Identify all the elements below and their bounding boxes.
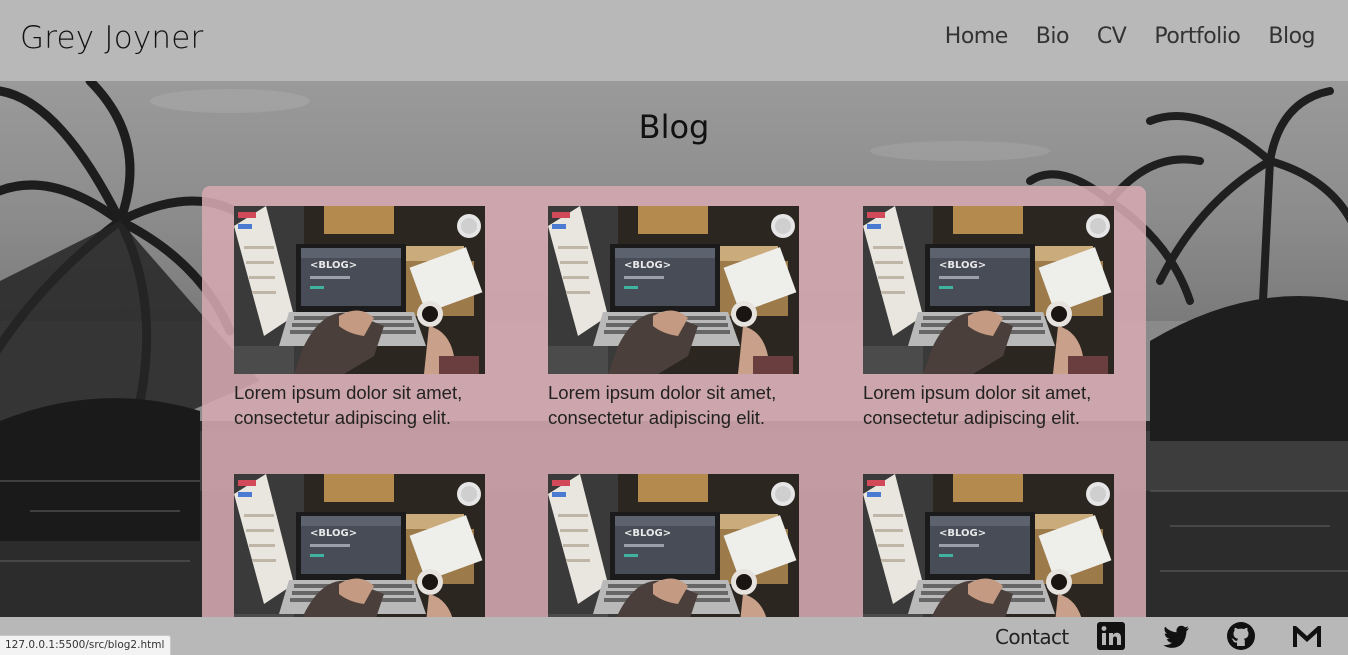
svg-text:<BLOG>: <BLOG> — [310, 528, 357, 539]
svg-text:<BLOG>: <BLOG> — [624, 528, 671, 539]
blog-post-thumbnail[interactable]: <BLOG> — [863, 474, 1114, 626]
site-header: Grey Joyner Home Bio CV Portfolio Blog — [0, 0, 1348, 81]
nav-bio[interactable]: Bio — [1036, 24, 1070, 49]
blog-post-card[interactable]: <BLOG> Lorem ipsum dolor sit amet, conse… — [234, 206, 486, 430]
blog-post-thumbnail[interactable]: <BLOG> — [863, 206, 1114, 374]
nav-cv[interactable]: CV — [1097, 24, 1127, 49]
status-bar-url: 127.0.0.1:5500/src/blog2.html — [0, 635, 172, 655]
blog-post-card[interactable]: <BLOG> — [548, 474, 800, 626]
blog-post-thumbnail[interactable]: <BLOG> — [234, 474, 485, 626]
blog-post-caption[interactable]: Lorem ipsum dolor sit amet, consectetur … — [863, 380, 1115, 430]
svg-text:<BLOG>: <BLOG> — [624, 260, 671, 271]
blog-post-card[interactable]: <BLOG> — [863, 474, 1115, 626]
main-nav: Home Bio CV Portfolio Blog — [945, 24, 1316, 49]
twitter-icon[interactable] — [1161, 621, 1191, 651]
blog-post-caption[interactable]: Lorem ipsum dolor sit amet, consectetur … — [548, 380, 800, 430]
blog-post-caption[interactable]: Lorem ipsum dolor sit amet, consectetur … — [234, 380, 486, 430]
site-brand[interactable]: Grey Joyner — [20, 20, 203, 56]
blog-post-thumbnail[interactable]: <BLOG> — [234, 206, 485, 374]
blog-post-card[interactable]: <BLOG> — [234, 474, 486, 626]
site-footer: Contact — [0, 617, 1348, 655]
linkedin-icon[interactable] — [1096, 621, 1126, 651]
nav-blog[interactable]: Blog — [1268, 24, 1315, 49]
svg-text:<BLOG>: <BLOG> — [939, 528, 986, 539]
nav-portfolio[interactable]: Portfolio — [1154, 24, 1241, 49]
github-icon[interactable] — [1226, 621, 1256, 651]
svg-text:<BLOG>: <BLOG> — [939, 260, 986, 271]
svg-text:<BLOG>: <BLOG> — [310, 260, 357, 271]
blog-post-thumbnail[interactable]: <BLOG> — [548, 474, 799, 626]
nav-home[interactable]: Home — [945, 24, 1008, 49]
contact-label: Contact — [995, 625, 1069, 649]
page-title: Blog — [638, 108, 710, 146]
blog-post-card[interactable]: <BLOG> Lorem ipsum dolor sit amet, conse… — [548, 206, 800, 430]
blog-panel: <BLOG> Lorem ipsum dolor sit amet, conse… — [202, 186, 1146, 626]
blog-post-card[interactable]: <BLOG> Lorem ipsum dolor sit amet, conse… — [863, 206, 1115, 430]
blog-post-thumbnail[interactable]: <BLOG> — [548, 206, 799, 374]
gmail-icon[interactable] — [1291, 621, 1321, 651]
